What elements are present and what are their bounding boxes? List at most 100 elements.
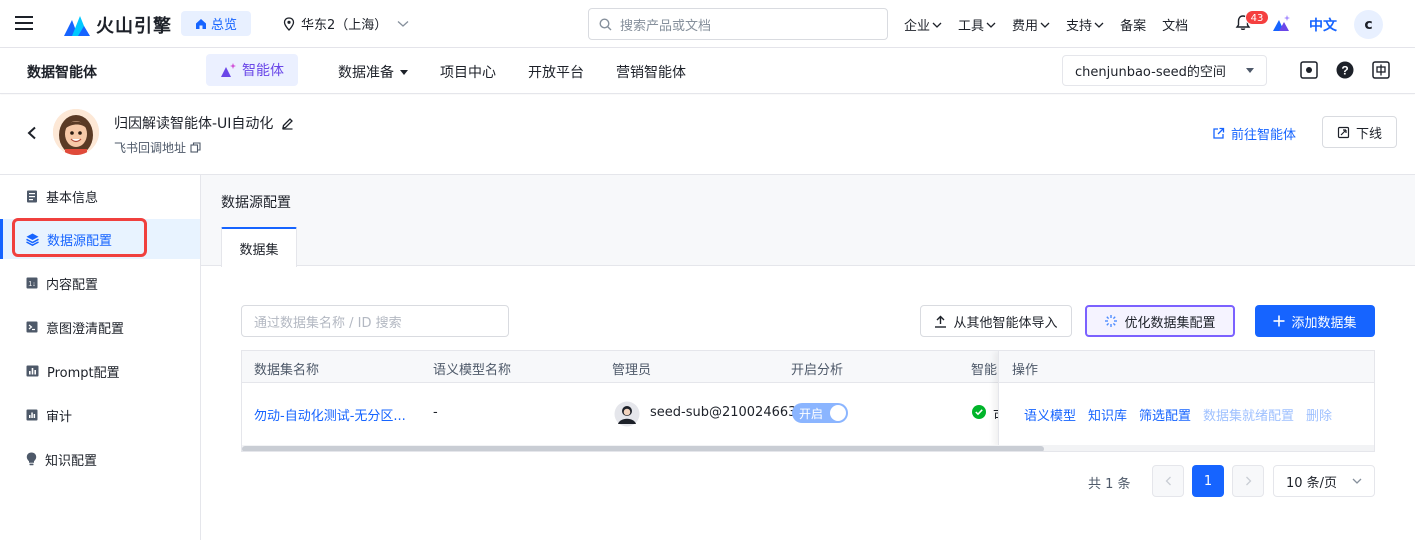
search-input[interactable]: 搜索产品或文档: [588, 8, 888, 40]
action-ready-config[interactable]: 数据集就绪配置: [1203, 405, 1294, 424]
scrollbar-thumb[interactable]: [242, 446, 1044, 451]
offline-button[interactable]: 下线: [1322, 116, 1397, 148]
top-nav-support[interactable]: 支持: [1066, 15, 1104, 34]
nav-label: 项目中心: [440, 65, 496, 81]
sidebar-item-label: Prompt配置: [47, 365, 120, 381]
goto-agent-link[interactable]: 前往智能体: [1212, 124, 1296, 143]
top-nav-label: 备案: [1120, 19, 1147, 34]
overview-button[interactable]: 总览: [181, 11, 251, 36]
dataset-search-input[interactable]: 通过数据集名称 / ID 搜索: [241, 305, 509, 337]
actions-header: 操作: [999, 351, 1374, 383]
pagination-prev-button[interactable]: [1152, 465, 1184, 497]
sidebar-item-label: 内容配置: [46, 277, 99, 293]
search-placeholder: 搜索产品或文档: [620, 18, 712, 34]
dataset-search-placeholder: 通过数据集名称 / ID 搜索: [254, 315, 402, 331]
language-box-icon[interactable]: [1372, 61, 1390, 79]
sidebar-item-prompt[interactable]: Prompt配置: [0, 351, 200, 391]
pagination-next-button[interactable]: [1232, 465, 1264, 497]
sidebar-item-label: 意图澄清配置: [46, 321, 125, 337]
top-nav-docs[interactable]: 文档: [1162, 15, 1188, 34]
search-icon: [599, 17, 612, 30]
section-header: 数据源配置 数据集: [201, 174, 1415, 267]
action-filter-config[interactable]: 筛选配置: [1139, 405, 1191, 424]
sparkle-icon: [1105, 315, 1118, 327]
sidebar-item-intent[interactable]: 意图澄清配置: [0, 307, 200, 347]
tab-dataset-label: 数据集: [239, 242, 279, 258]
actions-column: 操作 语义模型 知识库 筛选配置 数据集就绪配置 删除: [998, 351, 1374, 447]
caret-down-icon: [400, 69, 408, 75]
brand-logo[interactable]: 火山引擎: [64, 12, 172, 38]
nav-open-platform[interactable]: 开放平台: [528, 62, 584, 82]
region-selector[interactable]: 华东2（上海）: [283, 14, 409, 33]
column-header-semantic-model: 语义模型名称: [433, 363, 512, 378]
tab-agent[interactable]: 智能体: [206, 54, 298, 86]
import-from-agent-button[interactable]: 从其他智能体导入: [920, 305, 1072, 337]
space-selector[interactable]: chenjunbao-seed的空间: [1062, 55, 1267, 86]
dataset-name-link[interactable]: 勿动-自动化测试-无分区...: [254, 405, 406, 424]
home-icon: [195, 18, 206, 29]
copy-icon[interactable]: [190, 142, 201, 153]
brand-name: 火山引擎: [96, 16, 172, 37]
optimize-dataset-button[interactable]: 优化数据集配置: [1085, 305, 1235, 337]
nav-data-prep[interactable]: 数据准备: [338, 62, 408, 82]
notification-badge: 43: [1245, 10, 1269, 25]
product-title: 数据智能体: [27, 65, 97, 81]
top-nav-label: 文档: [1162, 19, 1189, 34]
sidebar-item-content[interactable]: 1↓ 内容配置: [0, 263, 200, 303]
ai-assistant-icon[interactable]: [1272, 14, 1292, 32]
product-navbar: 数据智能体 智能体 数据准备 项目中心 开放平台 营销智能体 chenjunba…: [0, 48, 1415, 94]
upload-icon: [935, 315, 947, 328]
caret-down-icon: [1246, 68, 1254, 73]
nav-marketing-agent[interactable]: 营销智能体: [616, 62, 686, 82]
horizontal-scrollbar[interactable]: [242, 445, 1374, 451]
sidebar-item-audit[interactable]: 审计: [0, 395, 200, 435]
top-nav-filing[interactable]: 备案: [1120, 15, 1146, 34]
menu-icon[interactable]: [15, 15, 33, 31]
agent-name-text: 归因解读智能体-UI自动化: [114, 116, 274, 132]
sidebar-item-knowledge[interactable]: 知识配置: [0, 439, 200, 479]
agent-header: 归因解读智能体-UI自动化 飞书回调地址 前往智能体 下线: [0, 95, 1415, 173]
top-nav-billing[interactable]: 费用: [1012, 15, 1050, 34]
top-nav-label: 企业: [904, 19, 931, 34]
chart-icon: [26, 365, 39, 377]
chevron-down-icon: [397, 20, 409, 27]
agent-name: 归因解读智能体-UI自动化: [114, 113, 294, 133]
chevron-right-icon: [1245, 476, 1251, 486]
highlight-frame: [12, 218, 147, 257]
language-switch[interactable]: 中文: [1309, 15, 1337, 35]
offline-label: 下线: [1355, 126, 1382, 142]
top-nav-enterprise[interactable]: 企业: [904, 15, 942, 34]
action-knowledge-base[interactable]: 知识库: [1088, 405, 1127, 424]
top-nav-label: 支持: [1066, 19, 1093, 34]
page-size-label: 10 条/页: [1286, 475, 1338, 491]
tab-dataset[interactable]: 数据集: [221, 227, 297, 267]
chevron-left-icon: [1165, 476, 1171, 486]
top-nav-tools[interactable]: 工具: [958, 15, 996, 34]
admin-avatar: [614, 401, 640, 427]
column-header-actions: 操作: [1012, 363, 1039, 378]
user-avatar[interactable]: c: [1354, 10, 1383, 39]
location-pin-icon: [283, 16, 295, 31]
pagination-page-button[interactable]: 1: [1192, 465, 1224, 497]
import-label: 从其他智能体导入: [953, 315, 1058, 331]
nav-label: 营销智能体: [616, 65, 686, 81]
nav-project-center[interactable]: 项目中心: [440, 62, 496, 82]
action-semantic-model[interactable]: 语义模型: [1024, 405, 1076, 424]
help-icon[interactable]: ?: [1336, 61, 1354, 79]
callback-address[interactable]: 飞书回调地址: [114, 139, 201, 156]
edit-pencil-icon[interactable]: [281, 117, 294, 130]
back-arrow-icon[interactable]: [26, 126, 38, 140]
region-label: 华东2（上海）: [301, 18, 388, 33]
sidebar-item-basic-info[interactable]: 基本信息: [0, 176, 200, 216]
action-delete[interactable]: 删除: [1306, 405, 1332, 424]
top-nav-label: 工具: [958, 19, 985, 34]
column-header-analysis: 开启分析: [791, 363, 844, 378]
audit-icon: [26, 409, 38, 421]
chevron-down-icon: [986, 22, 996, 28]
add-dataset-button[interactable]: 添加数据集: [1255, 305, 1375, 337]
settings-icon[interactable]: [1300, 61, 1318, 79]
page-size-select[interactable]: 10 条/页: [1273, 465, 1375, 497]
analysis-toggle[interactable]: 开启: [792, 403, 848, 423]
content-icon: 1↓: [26, 277, 38, 289]
column-header-intelligent: 智能: [971, 363, 998, 378]
